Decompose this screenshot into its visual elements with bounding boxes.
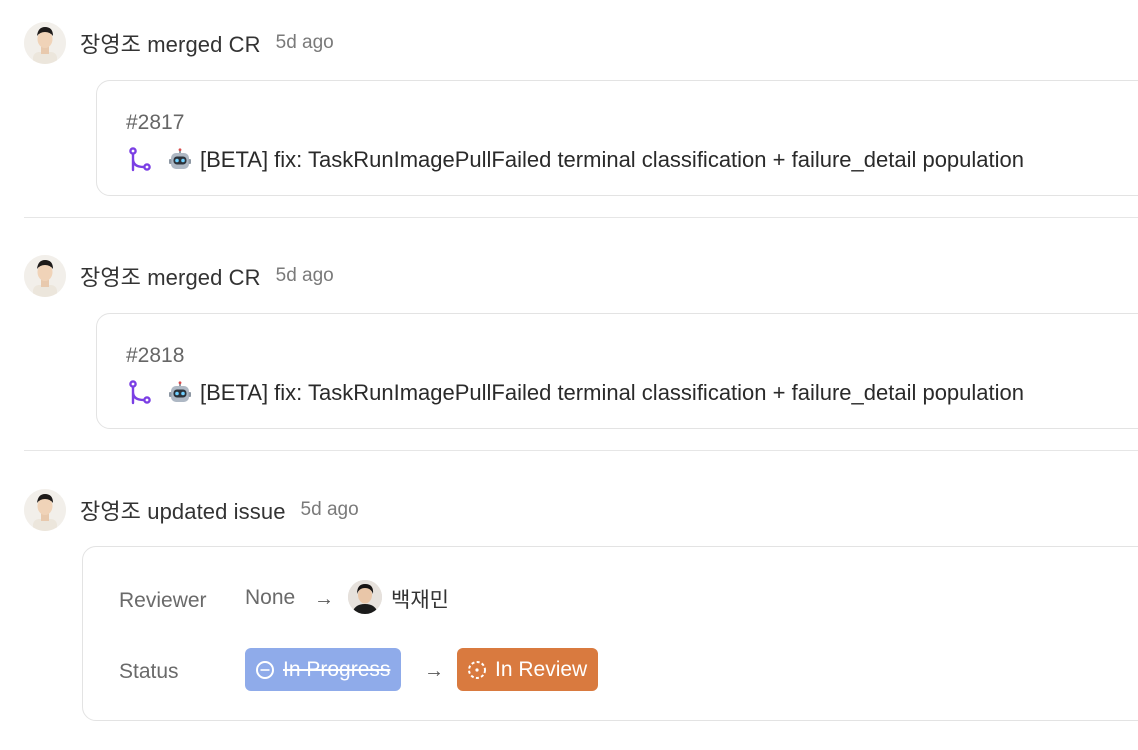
robot-icon (169, 148, 191, 169)
timestamp: 5d ago (275, 32, 334, 53)
git-merge-icon (129, 380, 151, 405)
activity-summary: 장영조 merged CR (80, 27, 261, 59)
status-old-value: In Progress (283, 657, 391, 681)
action-text: merged CR (147, 32, 261, 57)
arrow-right-icon: → (314, 588, 334, 610)
avatar[interactable] (24, 489, 66, 531)
reviewer-old-value: None (245, 586, 296, 609)
status-label: Status (119, 660, 179, 683)
timestamp: 5d ago (275, 265, 334, 286)
reviewer-label: Reviewer (119, 589, 207, 612)
action-text: merged CR (147, 265, 261, 290)
status-new-pill[interactable]: In Review (457, 648, 599, 691)
activity-header: 장영조 updated issue 5d ago (24, 488, 359, 532)
actor-name[interactable]: 장영조 (80, 32, 141, 57)
status-new-value: In Review (495, 657, 588, 681)
actor-name[interactable]: 장영조 (80, 499, 141, 524)
cr-title[interactable]: [BETA] fix: TaskRunImagePullFailed termi… (200, 147, 1024, 173)
actor-name[interactable]: 장영조 (80, 265, 141, 290)
cr-title-row: [BETA] fix: TaskRunImagePullFailed termi… (126, 378, 1024, 408)
dotted-circle-icon (256, 660, 274, 679)
cr-title-row: [BETA] fix: TaskRunImagePullFailed termi… (126, 145, 1024, 175)
cr-card[interactable]: #2818 [BETA] fix: TaskRunImagePullFailed… (96, 313, 1138, 429)
robot-icon (169, 381, 191, 402)
reviewer-new-value[interactable]: 백재민 (391, 584, 449, 614)
divider (24, 450, 1138, 451)
issue-update-card: Reviewer None → 백재민 Status In Progress →… (82, 546, 1138, 721)
cr-card[interactable]: #2817 [BETA] fix: TaskRunImagePullFailed… (96, 80, 1138, 196)
reviewer-avatar[interactable] (348, 580, 382, 614)
status-old-pill: In Progress (245, 648, 402, 691)
timestamp: 5d ago (300, 499, 359, 520)
git-merge-icon (129, 147, 151, 172)
cr-number[interactable]: #2818 (126, 344, 184, 368)
cr-title[interactable]: [BETA] fix: TaskRunImagePullFailed termi… (200, 380, 1024, 406)
divider (24, 217, 1138, 218)
arrow-right-icon: → (424, 660, 444, 682)
activity-header: 장영조 merged CR 5d ago (24, 21, 334, 65)
avatar[interactable] (24, 255, 66, 297)
cr-number[interactable]: #2817 (126, 111, 184, 135)
action-text: updated issue (147, 499, 286, 524)
dashed-circle-icon (468, 660, 486, 679)
activity-summary: 장영조 merged CR (80, 260, 261, 292)
avatar[interactable] (24, 22, 66, 64)
activity-summary: 장영조 updated issue (80, 494, 286, 526)
activity-header: 장영조 merged CR 5d ago (24, 254, 334, 298)
